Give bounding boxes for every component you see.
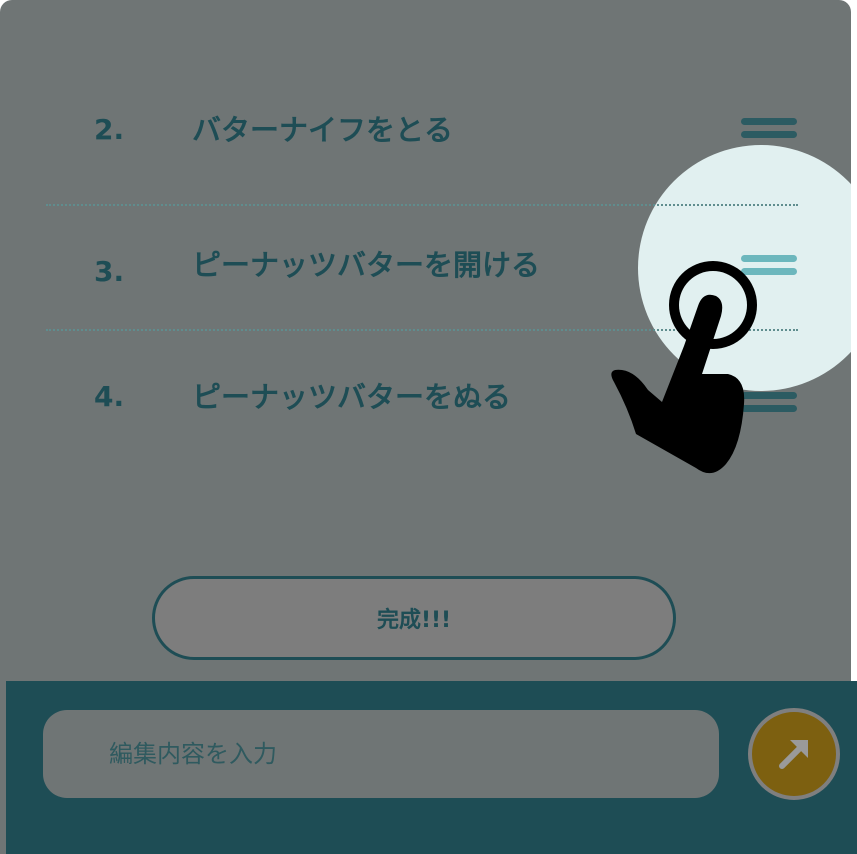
send-button[interactable] [748,708,840,800]
step-text: ピーナッツバターを開ける [192,248,541,282]
step-number: 3. [94,255,125,288]
step-number: 2. [94,113,125,146]
edit-input-bar [6,681,857,854]
step-text: ピーナッツバターをぬる [192,380,512,414]
divider [46,204,798,206]
step-text: バターナイフをとる [192,113,454,147]
step-number: 4. [94,380,125,413]
step-item: 2. バターナイフをとる [0,100,851,160]
tap-hand-icon [611,261,757,474]
edit-content-input[interactable] [43,710,719,798]
drag-handle-icon[interactable] [741,118,797,144]
complete-button[interactable]: 完成!!! [152,576,676,660]
arrow-up-right-icon [779,740,808,769]
